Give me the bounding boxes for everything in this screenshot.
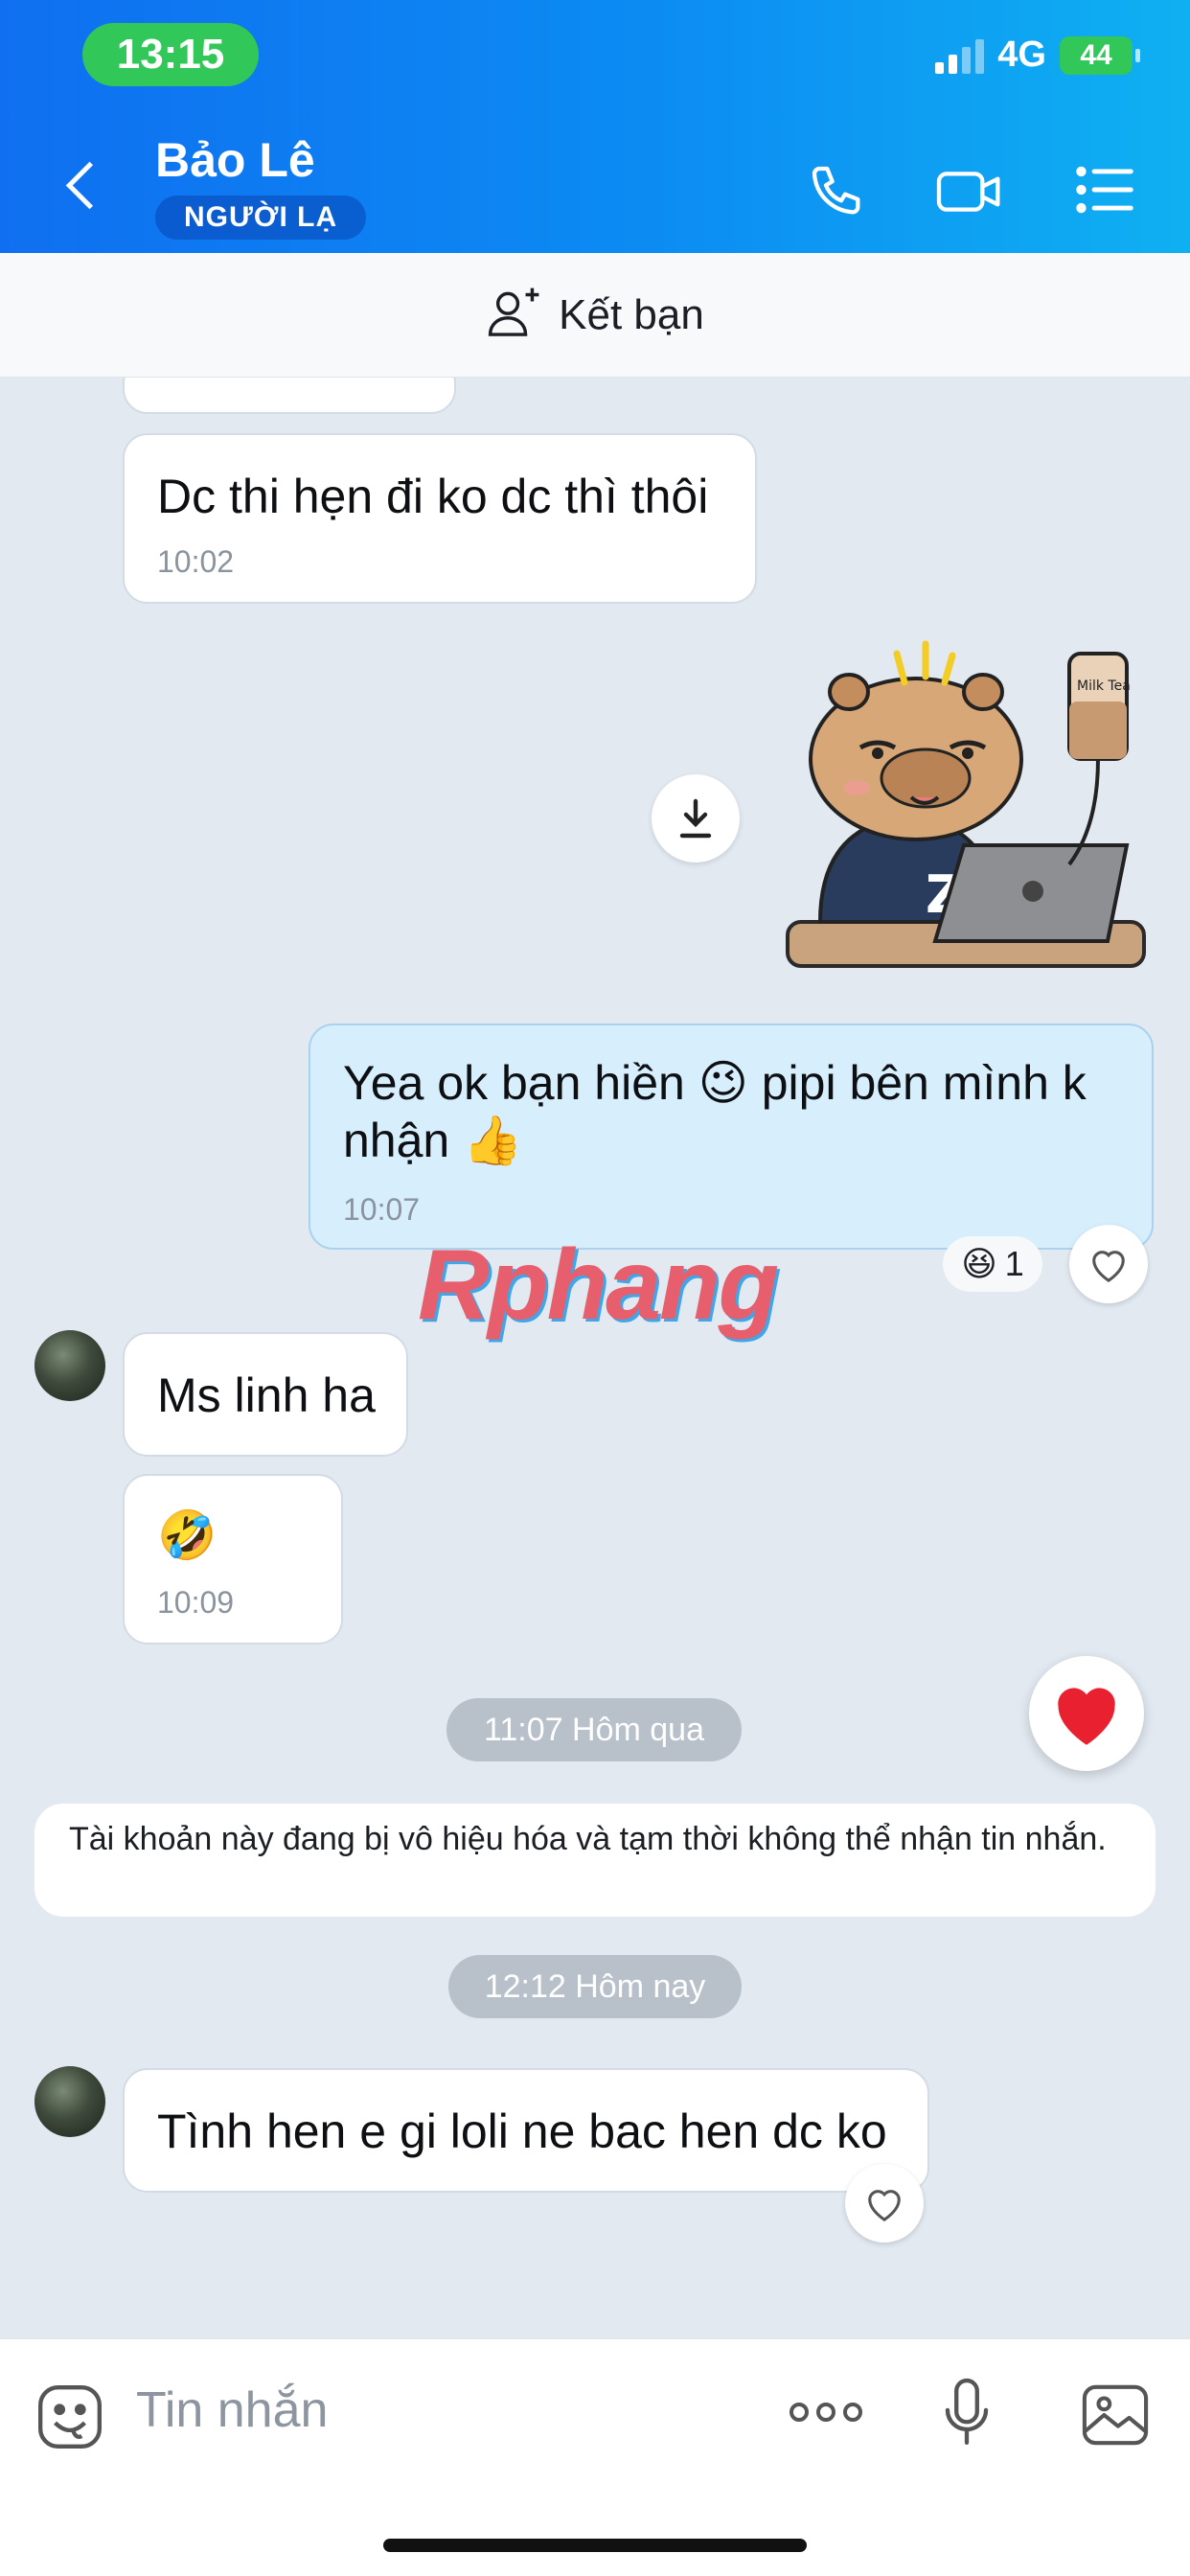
date-divider-yesterday: 11:07 Hôm qua (446, 1698, 742, 1761)
avatar[interactable] (34, 1330, 105, 1401)
reaction-emoji: 😆 (961, 1244, 997, 1283)
message-bubble-incoming[interactable]: Dc thi hẹn đi ko dc thì thôi 10:02 (123, 433, 757, 604)
heart-react-button[interactable] (1029, 1656, 1144, 1771)
message-text: Yea ok bạn hiền 😉 pipi bên mình k nhận 👍 (343, 1056, 1087, 1167)
message-bubble-incoming[interactable]: Tình hen e gi loli ne bac hen dc ko (123, 2068, 929, 2193)
message-composer: Tin nhắn (0, 2338, 1190, 2576)
battery-level: 44 (1080, 38, 1112, 71)
sticker-icon[interactable] (34, 2381, 105, 2457)
image-icon[interactable] (1079, 2381, 1152, 2453)
message-time: 10:09 (157, 1585, 235, 1620)
stranger-badge: NGƯỜI LẠ (155, 196, 367, 240)
battery-icon: 44 (1060, 35, 1140, 75)
avatar[interactable] (34, 2066, 105, 2137)
message-bubble-clipped[interactable] (123, 378, 456, 414)
signal-icon (935, 37, 985, 74)
date-divider-today: 12:12 Hôm nay (448, 1955, 742, 2018)
heart-react-button[interactable] (1069, 1225, 1148, 1303)
svg-text:Milk Tea: Milk Tea (1077, 678, 1131, 694)
watermark: Rphang (418, 1230, 779, 1341)
message-text: Dc thi hẹn đi ko dc thì thôi (157, 470, 709, 523)
reaction-count: 1 (1004, 1244, 1024, 1283)
system-notice: Tài khoản này đang bị vô hiệu hóa và tạm… (34, 1804, 1156, 1917)
message-text: Tình hen e gi loli ne bac hen dc ko (157, 2104, 887, 2158)
status-indicators: 4G 44 (935, 34, 1140, 76)
message-text: Ms linh ha (157, 1368, 376, 1422)
add-user-icon (486, 286, 543, 344)
message-bubble-incoming[interactable]: Ms linh ha (123, 1332, 408, 1457)
list-menu-icon[interactable] (1073, 161, 1136, 218)
video-call-icon[interactable] (933, 161, 1006, 222)
message-input[interactable]: Tin nhắn (136, 2381, 328, 2439)
contact-name[interactable]: Bảo Lê (155, 132, 315, 188)
chat-header: 13:15 4G 44 Bảo Lê NGƯỜI LẠ (0, 0, 1190, 253)
message-time: 10:07 (343, 1192, 421, 1227)
download-button[interactable] (652, 774, 740, 862)
status-time: 13:15 (82, 23, 259, 86)
message-time: 10:02 (157, 544, 235, 579)
message-bubble-outgoing[interactable]: Yea ok bạn hiền 😉 pipi bên mình k nhận 👍… (309, 1024, 1154, 1250)
capybara-milk-tea-sticker[interactable]: Z Milk Tea (782, 634, 1156, 999)
back-button[interactable] (59, 159, 107, 217)
home-indicator (383, 2539, 807, 2552)
heart-react-button[interactable] (845, 2164, 924, 2242)
add-friend-label: Kết bạn (559, 290, 704, 338)
microphone-icon[interactable] (943, 2378, 991, 2453)
message-bubble-incoming[interactable]: 🤣 10:09 (123, 1474, 343, 1644)
add-friend-bar[interactable]: Kết bạn (0, 253, 1190, 378)
message-text: 🤣 (157, 1508, 217, 1562)
more-icon[interactable] (788, 2393, 864, 2436)
phone-icon[interactable] (807, 161, 868, 222)
reaction-chip[interactable]: 😆 1 (943, 1236, 1042, 1292)
network-type: 4G (997, 34, 1046, 75)
message-list[interactable]: Dc thi hẹn đi ko dc thì thôi 10:02 Z Mil… (0, 378, 1190, 2338)
